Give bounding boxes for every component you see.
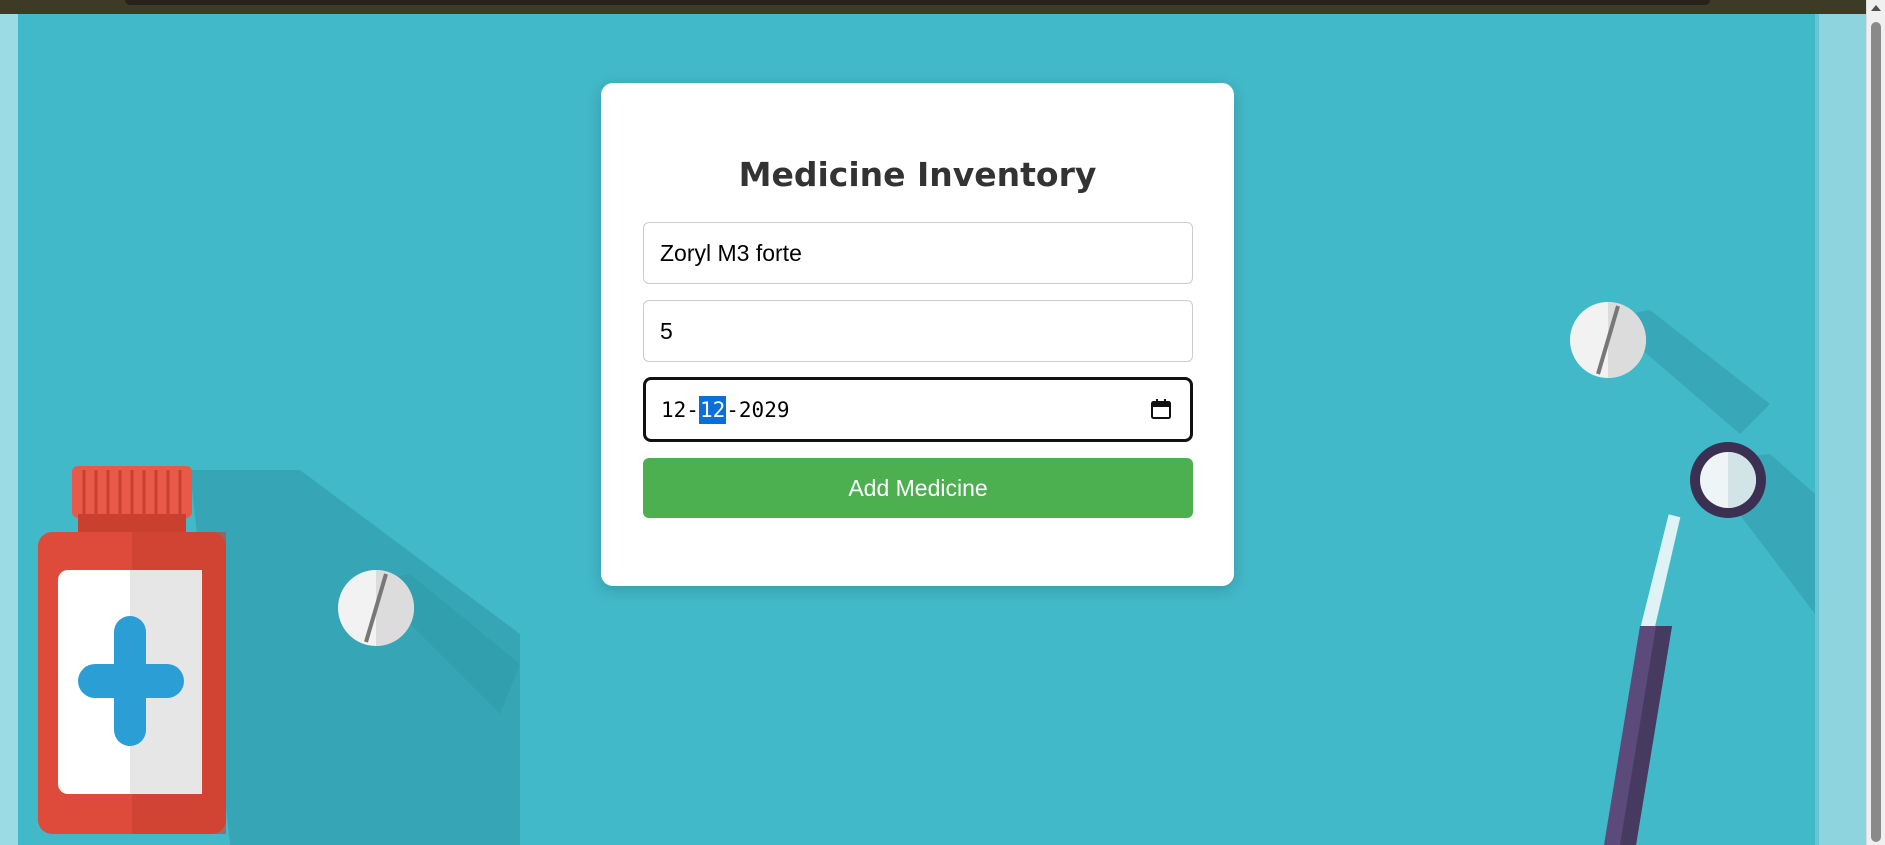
date-separator: -	[686, 398, 699, 422]
medicine-name-field[interactable]	[643, 222, 1193, 284]
medicine-name-input[interactable]	[644, 223, 1192, 283]
date-value[interactable]: 12-12-2029	[661, 396, 789, 424]
browser-top-bar	[0, 0, 1885, 14]
date-year-segment[interactable]: 2029	[739, 396, 790, 424]
pill-illustration-left	[338, 570, 414, 646]
medicine-inventory-card: Medicine Inventory 12-12-2029 Add Medici…	[601, 83, 1234, 586]
quantity-input[interactable]	[644, 301, 1192, 361]
browser-top-bar-inner	[125, 0, 1710, 5]
right-edge-strip	[1818, 14, 1867, 845]
calendar-icon[interactable]	[1149, 397, 1173, 421]
expiry-date-input[interactable]: 12-12-2029	[643, 377, 1193, 442]
quantity-field[interactable]	[643, 300, 1193, 362]
pill-illustration-right	[1570, 302, 1646, 378]
scroll-up-arrow-icon[interactable]	[1871, 5, 1881, 11]
add-medicine-button[interactable]: Add Medicine	[643, 458, 1193, 518]
left-edge-strip	[0, 14, 18, 845]
scrollbar-thumb[interactable]	[1871, 22, 1881, 842]
date-day-segment[interactable]: 12	[661, 396, 686, 424]
vertical-scrollbar[interactable]	[1866, 0, 1885, 845]
date-month-segment[interactable]: 12	[698, 396, 727, 424]
page-title: Medicine Inventory	[738, 155, 1097, 194]
date-separator-2: -	[726, 398, 739, 422]
